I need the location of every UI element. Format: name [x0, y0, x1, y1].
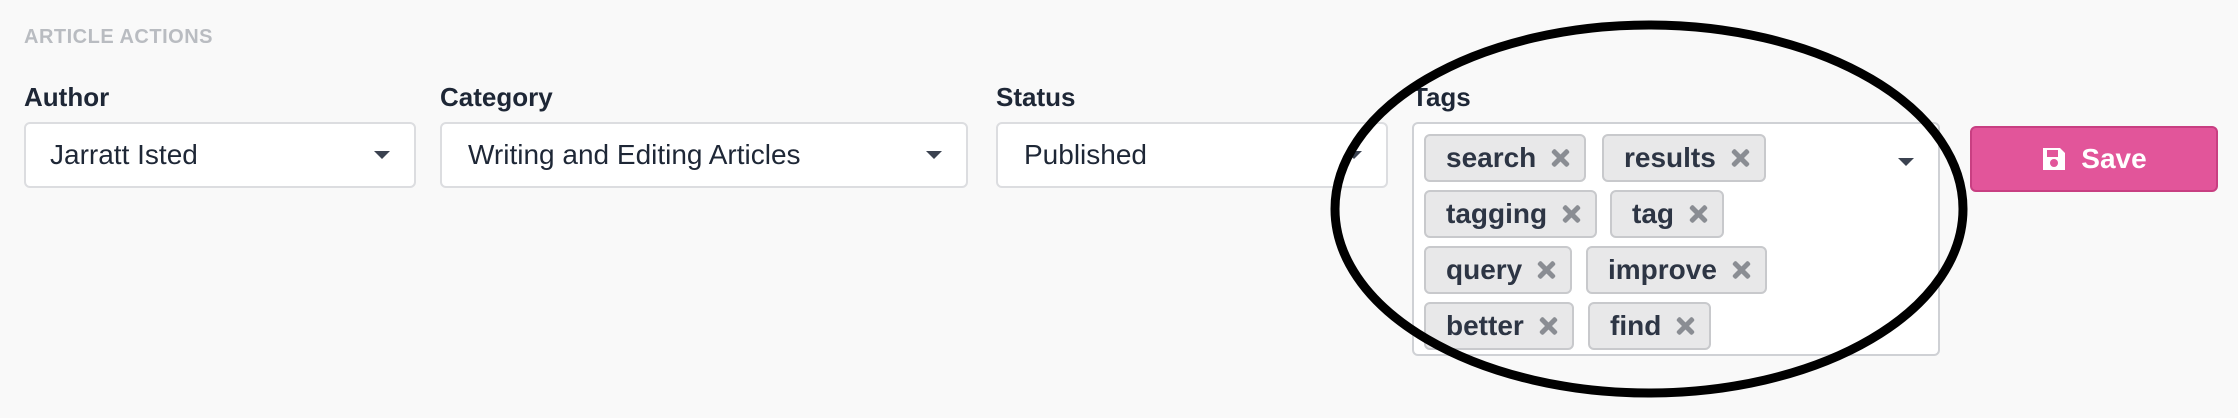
- save-button[interactable]: Save: [1970, 126, 2218, 192]
- author-select[interactable]: Jarratt Isted: [24, 122, 416, 188]
- tag-label: tagging: [1446, 198, 1548, 229]
- category-label: Category: [440, 82, 553, 112]
- author-field: Author Jarratt Isted: [24, 82, 416, 192]
- tag-label: improve: [1608, 254, 1717, 285]
- tag-chip: better: [1424, 302, 1574, 350]
- close-icon[interactable]: [1688, 204, 1708, 224]
- close-icon[interactable]: [1538, 316, 1558, 336]
- status-label: Status: [996, 82, 1076, 112]
- tag-label: find: [1610, 310, 1662, 341]
- close-icon[interactable]: [1561, 204, 1581, 224]
- close-icon[interactable]: [1550, 148, 1570, 168]
- close-icon[interactable]: [1675, 316, 1695, 336]
- section-title: ARTICLE ACTIONS: [24, 26, 213, 48]
- article-actions-panel: ARTICLE ACTIONS Author Jarratt Isted Cat…: [0, 0, 2238, 418]
- tag-chip: tag: [1610, 190, 1724, 238]
- tag-label: search: [1446, 142, 1537, 173]
- close-icon[interactable]: [1730, 148, 1750, 168]
- close-icon[interactable]: [1536, 260, 1556, 280]
- tag-chip: query: [1424, 246, 1573, 294]
- tag-chip: find: [1588, 302, 1712, 350]
- tag-label: results: [1624, 142, 1716, 173]
- close-icon[interactable]: [1731, 260, 1751, 280]
- floppy-disk-icon: [2043, 148, 2066, 170]
- save-label: Save: [2081, 143, 2147, 174]
- chevron-down-icon: [926, 151, 942, 159]
- status-select[interactable]: Published: [996, 122, 1388, 188]
- tag-label: query: [1446, 254, 1523, 285]
- category-field: Category Writing and Editing Articles: [440, 82, 968, 192]
- category-value: Writing and Editing Articles: [468, 139, 801, 170]
- tag-chip: improve: [1586, 246, 1767, 294]
- tags-field: Tags search results tagging tag query im…: [1412, 82, 1942, 362]
- tag-chip: tagging: [1424, 190, 1598, 238]
- status-field: Status Published: [996, 82, 1388, 192]
- status-value: Published: [1024, 139, 1147, 170]
- tags-multiselect[interactable]: search results tagging tag query improve…: [1412, 122, 1940, 356]
- author-label: Author: [24, 82, 110, 112]
- author-value: Jarratt Isted: [50, 139, 198, 170]
- category-select[interactable]: Writing and Editing Articles: [440, 122, 968, 188]
- tag-chip: results: [1602, 134, 1766, 182]
- chevron-down-icon: [1346, 151, 1362, 159]
- tag-label: tag: [1632, 198, 1674, 229]
- chevron-down-icon: [374, 151, 390, 159]
- tag-label: better: [1446, 310, 1524, 341]
- tag-chip: search: [1424, 134, 1587, 182]
- chevron-down-icon[interactable]: [1898, 158, 1914, 166]
- tags-label: Tags: [1412, 82, 1471, 112]
